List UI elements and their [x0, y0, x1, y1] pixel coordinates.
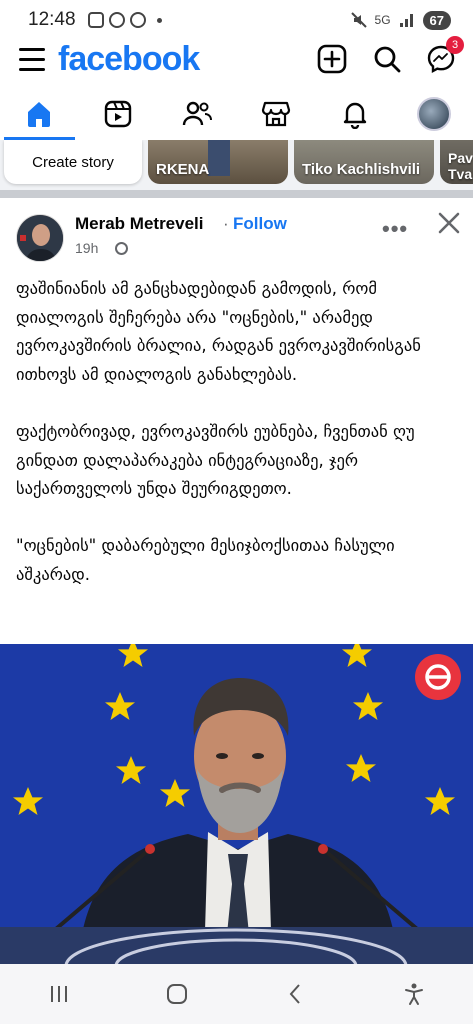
tab-marketplace[interactable] [236, 88, 315, 140]
tab-profile[interactable] [394, 88, 473, 140]
gallery-icon [87, 12, 104, 28]
accessibility-icon [404, 983, 423, 1005]
messenger-badge: 3 [446, 36, 464, 54]
more-options-button[interactable]: ••• [382, 216, 408, 242]
network-label: 5G [374, 13, 391, 27]
status-bar: 12:48 5G 67 [0, 0, 473, 40]
post-paragraph: ფაშინიანის ამ განცხადებიდან გამოდის, რომ… [16, 279, 421, 385]
profile-avatar [416, 97, 451, 131]
author-name[interactable]: Merab Metreveli [75, 214, 204, 234]
stories-strip: Create story RKENA Tiko Kachlishvili Pav… [0, 140, 473, 190]
watermark-logo [415, 654, 461, 700]
story-figure [208, 140, 230, 176]
facebook-logo[interactable]: facebook [58, 40, 200, 79]
phone-icon [108, 12, 125, 28]
post-image[interactable] [0, 644, 473, 964]
marketplace-icon [261, 101, 290, 127]
battery-level: 67 [422, 10, 451, 30]
more-notifications-dot [156, 17, 162, 23]
separator-dot: · [223, 214, 229, 233]
app-header: facebook 3 [0, 36, 473, 85]
back-button[interactable] [276, 974, 316, 1014]
create-story-label: Create story [32, 153, 114, 171]
recent-apps-button[interactable] [39, 974, 79, 1014]
feed-divider [0, 190, 473, 198]
add-icon [317, 44, 347, 74]
tab-friends[interactable] [158, 88, 237, 140]
eu-parliament-photo [0, 644, 473, 964]
post-paragraph: ფაქტობრივად, ევროკავშირს ეუბნება, ჩვენთა… [16, 421, 415, 499]
avatar-portrait [17, 215, 63, 261]
bell-icon [343, 102, 366, 129]
story-name: Tiko Kachlishvili [302, 161, 421, 178]
close-icon[interactable] [436, 210, 462, 236]
recent-apps-icon [51, 986, 68, 1002]
create-story-button[interactable]: Create story [4, 140, 142, 184]
tab-video[interactable] [79, 88, 158, 140]
back-icon [289, 984, 300, 1004]
globe-icon [115, 242, 128, 255]
status-time: 12:48 [28, 9, 76, 30]
system-nav-bar [0, 964, 473, 1024]
messenger-button[interactable]: 3 [424, 36, 464, 76]
messenger-notif-icon [129, 12, 146, 28]
nav-tabs [0, 88, 473, 140]
create-button[interactable] [315, 42, 349, 76]
author-avatar[interactable] [16, 214, 64, 262]
search-icon [374, 46, 401, 73]
post-paragraph: "ოცნების" დაბარებული მესიჯბოქსითაა ჩასულ… [16, 535, 395, 584]
status-right: 5G 67 [350, 10, 451, 30]
post-header: Merab Metreveli · Follow 19h ••• [0, 198, 473, 268]
tab-home[interactable] [0, 88, 79, 140]
post-body: ფაშინიანის ამ განცხადებიდან გამოდის, რომ… [16, 275, 461, 617]
story-name: RKENA [156, 161, 210, 178]
follow-button[interactable]: Follow [233, 214, 287, 234]
story-name: Pav Tva [448, 150, 473, 182]
friends-icon [182, 101, 213, 126]
status-notification-icons [87, 12, 162, 28]
accessibility-button[interactable] [394, 974, 434, 1014]
post-time: 19h [75, 240, 99, 256]
circle-home-icon [167, 984, 188, 1004]
story-card[interactable]: RKENA [148, 140, 288, 184]
story-card[interactable]: Tiko Kachlishvili [294, 140, 434, 184]
home-button[interactable] [157, 974, 197, 1014]
home-icon [28, 102, 51, 127]
signal-icon [399, 14, 413, 27]
mute-icon [350, 12, 367, 28]
menu-icon[interactable] [19, 48, 45, 72]
search-button[interactable] [370, 42, 404, 76]
video-icon [105, 100, 132, 128]
story-card[interactable]: Pav Tva [440, 140, 473, 184]
tab-notifications[interactable] [315, 88, 394, 140]
